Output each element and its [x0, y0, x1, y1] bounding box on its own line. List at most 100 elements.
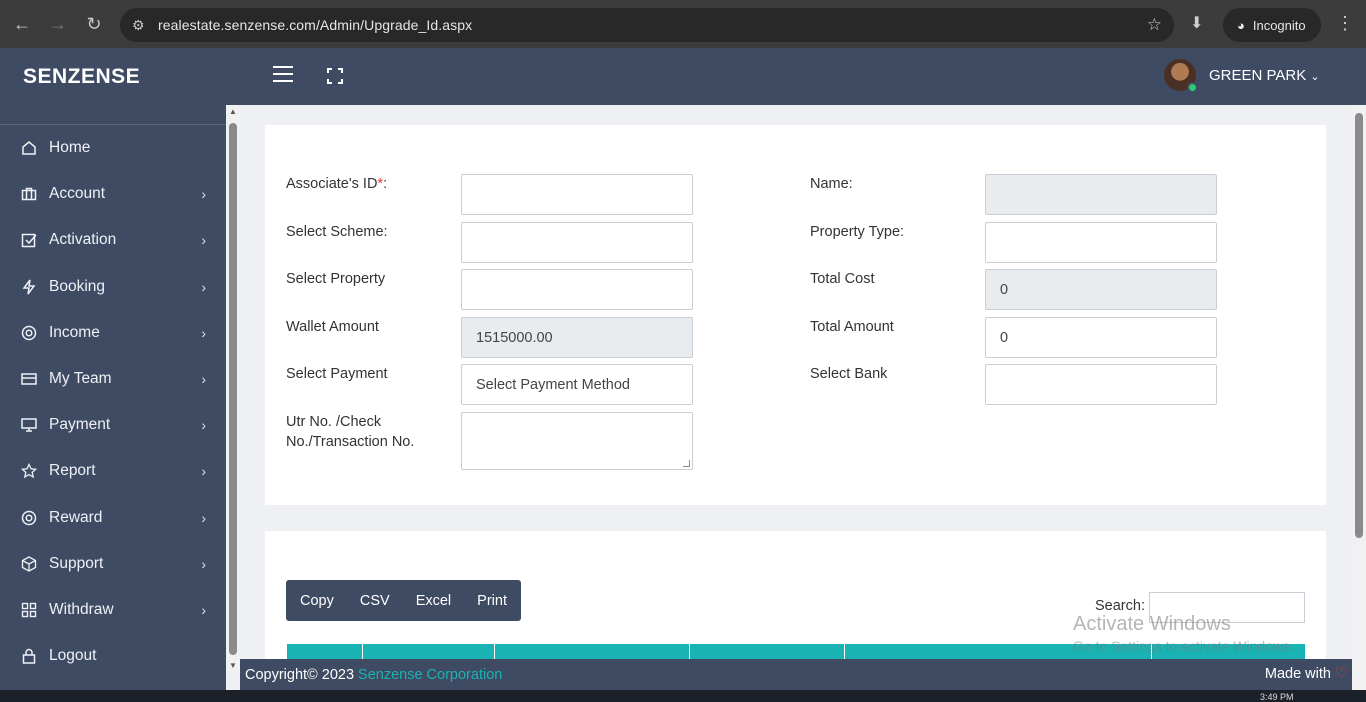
brand-logo[interactable]: SENZENSE	[23, 65, 140, 89]
user-menu[interactable]: GREEN PARK ⌄	[1209, 67, 1320, 84]
chevron-down-icon: ⌄	[1310, 71, 1320, 83]
check-square-icon	[20, 232, 37, 249]
heart-icon: ♡	[1335, 666, 1348, 682]
reload-icon[interactable]: ↻	[76, 6, 112, 42]
column-divider	[689, 644, 690, 660]
browser-menu-icon[interactable]: ⋮	[1336, 13, 1354, 34]
chevron-right-icon: ›	[201, 463, 206, 480]
sidebar-item-my-team[interactable]: My Team ›	[0, 356, 226, 402]
sidebar-item-label: Withdraw	[49, 600, 114, 618]
select-property-field[interactable]	[461, 269, 693, 310]
activate-windows-title: Activate Windows	[1073, 613, 1231, 635]
excel-button[interactable]: Excel	[416, 593, 465, 609]
sidebar-item-logout[interactable]: Logout	[0, 633, 226, 679]
total-cost-field: 0	[985, 269, 1217, 310]
select-property-label: Select Property	[286, 271, 386, 287]
address-bar[interactable]: ⚙ realestate.senzense.com/Admin/Upgrade_…	[120, 8, 1174, 42]
forward-icon[interactable]: →	[40, 6, 76, 42]
chevron-right-icon: ›	[201, 417, 206, 434]
sidebar-item-account[interactable]: Account ›	[0, 171, 226, 217]
sidebar-item-label: Reward	[49, 508, 103, 526]
main-scrollbar[interactable]	[1352, 105, 1366, 690]
card-icon	[20, 371, 37, 388]
csv-button[interactable]: CSV	[360, 593, 404, 609]
download-icon[interactable]: ⬇	[1190, 13, 1203, 33]
scroll-up-icon[interactable]: ▲	[229, 107, 237, 116]
chevron-right-icon: ›	[201, 371, 206, 388]
scroll-down-icon[interactable]: ▼	[229, 661, 237, 670]
site-info-icon[interactable]: ⚙	[132, 17, 156, 34]
sidebar-item-income[interactable]: Income ›	[0, 310, 226, 356]
sidebar: Home Account › Activation › Booking › In…	[0, 105, 226, 690]
footer: Copyright© 2023 Senzense Corporation Mad…	[240, 659, 1352, 690]
hamburger-menu-icon[interactable]	[273, 66, 293, 87]
column-divider	[362, 644, 363, 660]
os-taskbar: 3:49 PM	[0, 690, 1366, 702]
wallet-amount-field: 1515000.00	[461, 317, 693, 358]
copyright-text: Copyright© 2023	[245, 666, 355, 683]
copy-button[interactable]: Copy	[300, 593, 348, 609]
sidebar-item-label: Logout	[49, 647, 97, 665]
select-scheme-label: Select Scheme:	[286, 224, 388, 240]
total-amount-input[interactable]: 0	[985, 317, 1217, 358]
chevron-right-icon: ›	[201, 232, 206, 249]
lightning-icon	[20, 278, 37, 295]
sidebar-item-label: Home	[49, 139, 91, 157]
sidebar-scrollbar[interactable]: ▲ ▼	[226, 105, 240, 673]
name-field	[985, 174, 1217, 215]
lifebuoy-icon	[20, 324, 37, 341]
bookmark-star-icon[interactable]: ☆	[1147, 15, 1162, 35]
sidebar-item-payment[interactable]: Payment ›	[0, 402, 226, 448]
chevron-right-icon: ›	[201, 324, 206, 341]
sidebar-item-activation[interactable]: Activation ›	[0, 217, 226, 263]
made-with-text: Made with ♡	[1264, 666, 1348, 682]
sidebar-item-booking[interactable]: Booking ›	[0, 264, 226, 310]
sidebar-item-reward[interactable]: Reward ›	[0, 495, 226, 541]
sidebar-item-home[interactable]: Home	[0, 125, 226, 171]
print-button[interactable]: Print	[477, 593, 507, 609]
sidebar-item-label: My Team	[49, 370, 112, 388]
fullscreen-icon[interactable]	[327, 68, 343, 84]
associate-id-label: Associate's ID*:	[286, 176, 388, 192]
grid-icon	[20, 601, 37, 618]
select-payment-dropdown[interactable]: Select Payment Method	[461, 364, 693, 405]
property-type-label: Property Type:	[810, 224, 905, 240]
url-text[interactable]: realestate.senzense.com/Admin/Upgrade_Id…	[158, 17, 472, 33]
online-status-dot	[1187, 82, 1198, 93]
utr-textarea[interactable]	[461, 412, 693, 470]
avatar[interactable]	[1164, 59, 1198, 93]
incognito-badge[interactable]: ◕ Incognito	[1223, 8, 1321, 42]
select-bank-label: Select Bank	[810, 366, 888, 382]
star-icon	[20, 463, 37, 480]
taskbar-clock: 3:49 PM	[1260, 692, 1294, 702]
select-bank-field[interactable]	[985, 364, 1217, 405]
sidebar-item-label: Booking	[49, 277, 106, 295]
export-button-group: Copy CSV Excel Print	[286, 580, 521, 621]
sidebar-item-label: Payment	[49, 416, 111, 434]
sidebar-item-support[interactable]: Support ›	[0, 541, 226, 587]
select-payment-label: Select Payment	[286, 366, 388, 382]
select-scheme-field[interactable]	[461, 222, 693, 263]
utr-label: Utr No. /Check No./Transaction No.	[286, 414, 415, 450]
resize-handle[interactable]	[683, 460, 690, 467]
sidebar-item-withdraw[interactable]: Withdraw ›	[0, 587, 226, 633]
sidebar-item-label: Activation	[49, 231, 117, 249]
back-icon[interactable]: ←	[4, 6, 40, 42]
company-link[interactable]: Senzense Corporation	[358, 667, 502, 683]
sidebar-item-label: Report	[49, 462, 96, 480]
sidebar-scroll-thumb[interactable]	[229, 123, 237, 655]
sidebar-item-report[interactable]: Report ›	[0, 448, 226, 494]
property-type-field[interactable]	[985, 222, 1217, 263]
sidebar-item-label: Support	[49, 554, 104, 572]
chevron-right-icon: ›	[201, 555, 206, 572]
incognito-icon: ◕	[1237, 17, 1245, 33]
associate-id-input[interactable]	[461, 174, 693, 215]
wallet-amount-label: Wallet Amount	[286, 319, 379, 335]
total-amount-label: Total Amount	[810, 319, 894, 335]
main-scroll-thumb[interactable]	[1355, 113, 1363, 538]
search-label: Search:	[1095, 598, 1145, 614]
chevron-right-icon: ›	[201, 186, 206, 203]
sidebar-item-label: Account	[49, 185, 106, 203]
chevron-right-icon: ›	[201, 278, 206, 295]
briefcase-icon	[20, 186, 37, 203]
